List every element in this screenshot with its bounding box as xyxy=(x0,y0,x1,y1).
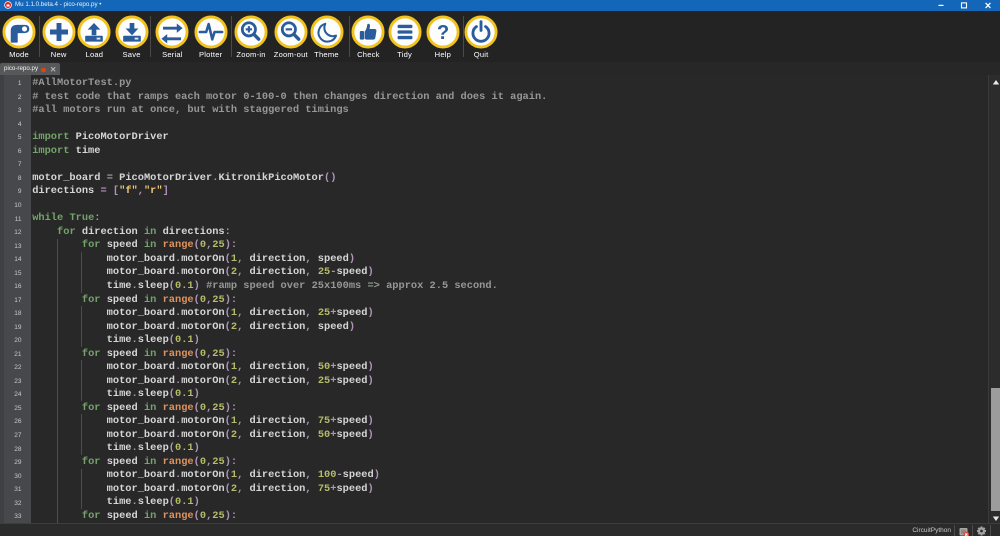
svg-text:?: ? xyxy=(437,21,449,43)
